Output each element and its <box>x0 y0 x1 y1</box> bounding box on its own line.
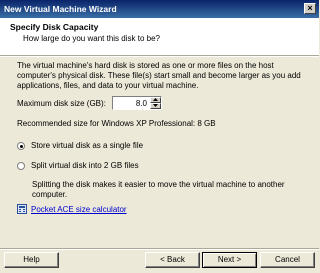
calculator-icon <box>17 204 27 214</box>
page-title: Specify Disk Capacity <box>10 22 99 32</box>
max-size-label: Maximum disk size (GB): <box>17 99 106 108</box>
arrow-down-icon <box>153 104 158 107</box>
single-file-label: Store virtual disk as a single file <box>31 141 144 150</box>
next-button[interactable]: Next > <box>202 252 257 268</box>
back-button[interactable]: < Back <box>145 252 200 268</box>
wizard-header: Specify Disk Capacity How large do you w… <box>0 18 319 55</box>
calculator-link[interactable]: Pocket ACE size calculator <box>31 205 127 214</box>
window-title: New Virtual Machine Wizard <box>4 4 117 14</box>
max-size-stepper[interactable]: 8.0 <box>112 96 162 110</box>
spin-control <box>150 97 161 109</box>
title-bar: New Virtual Machine Wizard × <box>0 0 319 18</box>
split-description: Splitting the disk makes it easier to mo… <box>32 180 285 199</box>
single-file-radio[interactable] <box>17 141 25 150</box>
calculator-link-row[interactable]: Pocket ACE size calculator <box>17 204 127 214</box>
close-icon: × <box>307 3 313 13</box>
wizard-content: The virtual machine's hard disk is store… <box>0 57 319 247</box>
page-subtitle: How large do you want this disk to be? <box>23 34 160 43</box>
recommended-size-text: Recommended size for Windows XP Professi… <box>17 119 216 128</box>
single-file-option[interactable]: Store virtual disk as a single file <box>17 141 143 150</box>
arrow-up-icon <box>153 98 158 101</box>
spin-down-button[interactable] <box>150 103 161 109</box>
footer-divider <box>0 248 319 250</box>
cancel-button[interactable]: Cancel <box>260 252 315 268</box>
split-file-radio[interactable] <box>17 161 25 170</box>
split-file-label: Split virtual disk into 2 GB files <box>31 161 139 170</box>
disk-description: The virtual machine's hard disk is store… <box>17 61 301 90</box>
close-button[interactable]: × <box>304 3 316 14</box>
split-file-option[interactable]: Split virtual disk into 2 GB files <box>17 161 139 170</box>
help-button[interactable]: Help <box>4 252 59 268</box>
max-size-value: 8.0 <box>135 99 147 108</box>
